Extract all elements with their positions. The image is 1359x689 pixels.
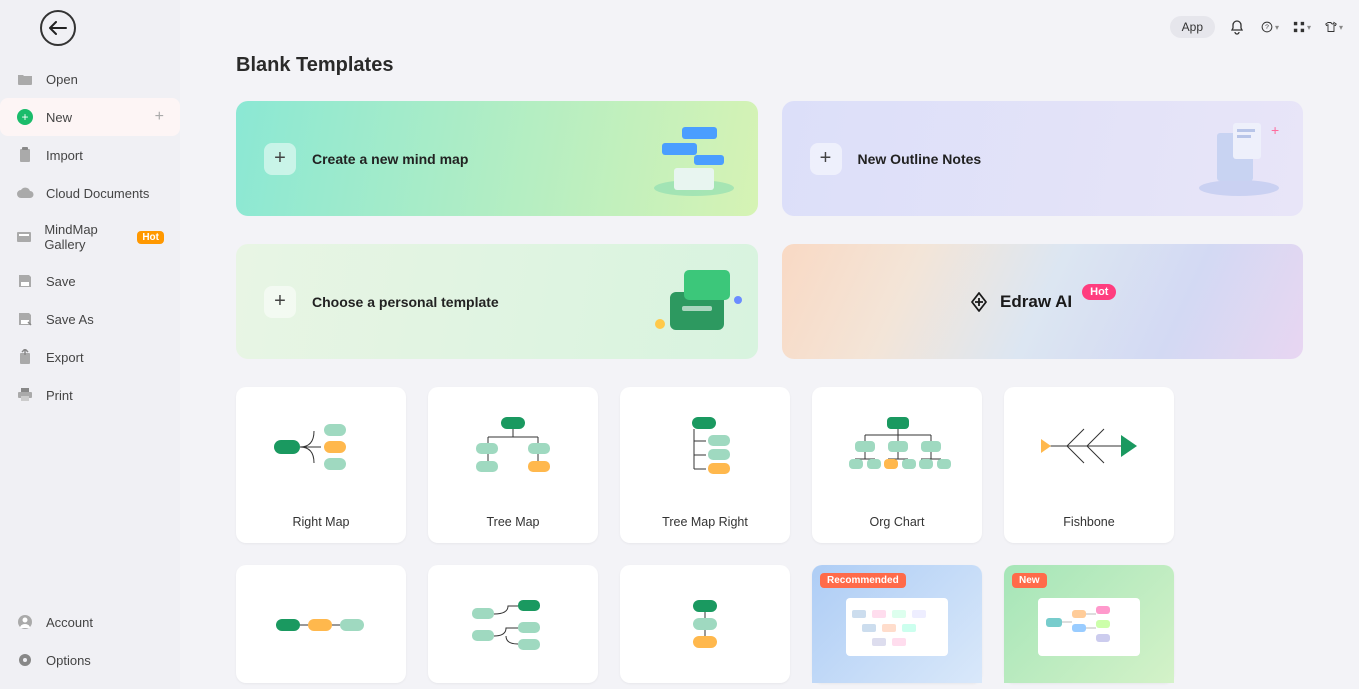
arrow-left-icon	[49, 21, 67, 35]
page-title: Blank Templates	[236, 54, 1303, 77]
sidebar-item-save[interactable]: Save	[0, 262, 180, 300]
template-label: Tree Map Right	[620, 505, 790, 543]
template-thumb-icon	[428, 565, 598, 683]
template-right-map[interactable]: Right Map	[236, 387, 406, 543]
hero-illustration-icon: +	[1189, 113, 1289, 203]
grid-icon[interactable]: ▾	[1293, 18, 1311, 36]
template-card[interactable]	[236, 565, 406, 683]
svg-text:+: +	[1271, 122, 1279, 138]
template-label: Org Chart	[812, 505, 982, 543]
template-card-recommended[interactable]: Recommended	[812, 565, 982, 683]
template-label: Right Map	[236, 505, 406, 543]
folder-icon	[16, 70, 34, 88]
plus-icon: +	[155, 108, 164, 126]
template-card[interactable]	[428, 565, 598, 683]
cloud-icon	[16, 184, 34, 202]
sidebar-item-label: New	[46, 110, 72, 125]
main-content: App ?▾ ▾ ▾ Blank Templates + Create a ne…	[180, 0, 1359, 689]
help-icon[interactable]: ?▾	[1261, 18, 1279, 36]
hero-label: Edraw AI	[1000, 292, 1072, 312]
template-thumb-icon	[1004, 387, 1174, 505]
template-thumb-icon	[620, 387, 790, 505]
gear-icon	[16, 651, 34, 669]
sidebar-item-label: Account	[46, 615, 93, 630]
sidebar-item-label: Import	[46, 148, 83, 163]
hero-label: New Outline Notes	[858, 151, 982, 167]
sidebar-item-label: Export	[46, 350, 84, 365]
template-thumb-icon: New	[1004, 565, 1174, 683]
app-badge[interactable]: App	[1170, 16, 1215, 38]
save-icon	[16, 272, 34, 290]
sidebar-item-save-as[interactable]: Save As	[0, 300, 180, 338]
hero-label: Create a new mind map	[312, 151, 468, 167]
sidebar-item-label: Save As	[46, 312, 94, 327]
edraw-ai-icon	[968, 291, 990, 313]
sidebar-item-label: Print	[46, 388, 73, 403]
template-tree-map-right[interactable]: Tree Map Right	[620, 387, 790, 543]
template-tree-map[interactable]: Tree Map	[428, 387, 598, 543]
sidebar-item-label: Cloud Documents	[46, 186, 149, 201]
hero-create-mind-map[interactable]: + Create a new mind map	[236, 101, 758, 216]
template-thumb-icon	[620, 565, 790, 683]
sidebar-item-new[interactable]: + New +	[0, 98, 180, 136]
sidebar-item-label: Save	[46, 274, 76, 289]
mindmap-icon	[16, 228, 32, 246]
topbar: App ?▾ ▾ ▾	[1170, 16, 1343, 38]
clipboard-icon	[16, 146, 34, 164]
save-as-icon	[16, 310, 34, 328]
sidebar-item-account[interactable]: Account	[0, 603, 180, 641]
recommended-badge: Recommended	[820, 573, 906, 588]
sidebar-item-mindmap-gallery[interactable]: MindMap Gallery Hot	[0, 212, 180, 262]
sidebar-item-label: Options	[46, 653, 91, 668]
sidebar-item-open[interactable]: Open	[0, 60, 180, 98]
sidebar-item-print[interactable]: Print	[0, 376, 180, 414]
plus-icon: +	[264, 286, 296, 318]
hero-choose-personal-template[interactable]: + Choose a personal template	[236, 244, 758, 359]
plus-icon: +	[810, 143, 842, 175]
hot-badge: Hot	[137, 231, 164, 244]
print-icon	[16, 386, 34, 404]
sidebar-item-export[interactable]: Export	[0, 338, 180, 376]
template-thumb-icon	[812, 387, 982, 505]
template-thumb-icon	[428, 387, 598, 505]
sidebar-item-label: Open	[46, 72, 78, 87]
sidebar-item-options[interactable]: Options	[0, 641, 180, 679]
chevron-down-icon: ▾	[1339, 23, 1343, 32]
template-thumb-icon	[236, 565, 406, 683]
template-card[interactable]	[620, 565, 790, 683]
export-icon	[16, 348, 34, 366]
hero-label: Choose a personal template	[312, 294, 499, 310]
hero-illustration-icon	[644, 113, 744, 203]
template-grid: Right Map Tree Map Tree Map Right Org Ch…	[236, 387, 1303, 683]
sidebar-item-label: MindMap Gallery	[44, 222, 133, 252]
template-label: Fishbone	[1004, 505, 1174, 543]
sidebar-item-import[interactable]: Import	[0, 136, 180, 174]
template-thumb-icon	[236, 387, 406, 505]
svg-text:?: ?	[1265, 24, 1269, 31]
shirt-icon[interactable]: ▾	[1325, 18, 1343, 36]
template-thumb-icon: Recommended	[812, 565, 982, 683]
sidebar-item-cloud-documents[interactable]: Cloud Documents	[0, 174, 180, 212]
bell-icon[interactable]	[1229, 18, 1247, 36]
plus-circle-icon: +	[16, 108, 34, 126]
template-org-chart[interactable]: Org Chart	[812, 387, 982, 543]
account-icon	[16, 613, 34, 631]
chevron-down-icon: ▾	[1307, 23, 1311, 32]
template-label: Tree Map	[428, 505, 598, 543]
template-fishbone[interactable]: Fishbone	[1004, 387, 1174, 543]
hero-illustration-icon	[644, 256, 744, 346]
plus-icon: +	[264, 143, 296, 175]
hero-edraw-ai[interactable]: Edraw AI Hot	[782, 244, 1304, 359]
chevron-down-icon: ▾	[1275, 23, 1279, 32]
hero-new-outline-notes[interactable]: + New Outline Notes +	[782, 101, 1304, 216]
back-button[interactable]	[40, 10, 76, 46]
new-badge: New	[1012, 573, 1047, 588]
sidebar: Open + New + Import Cloud Documents Mind…	[0, 0, 180, 689]
template-card-new[interactable]: New	[1004, 565, 1174, 683]
hot-pill: Hot	[1082, 284, 1116, 300]
